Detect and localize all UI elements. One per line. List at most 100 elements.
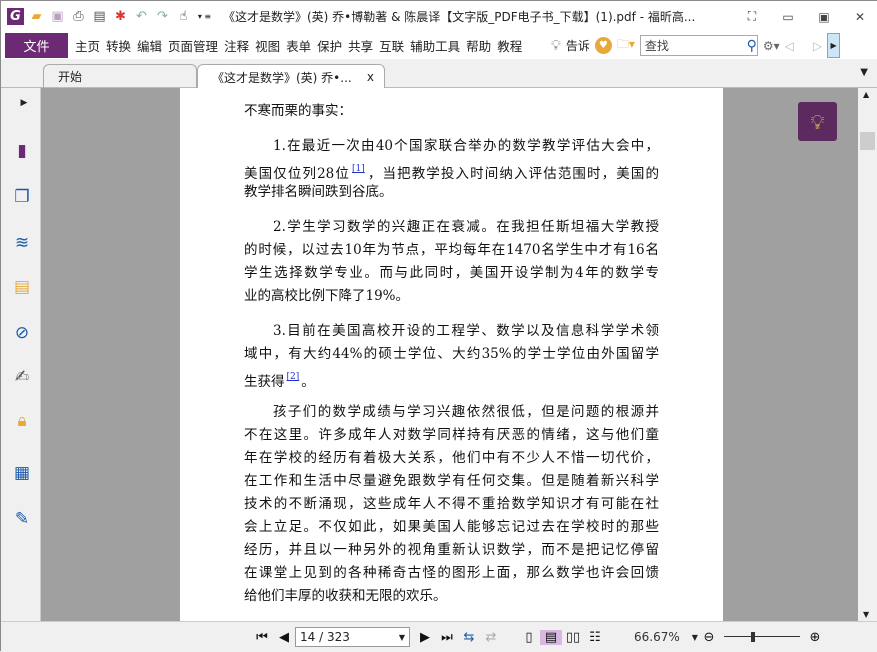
last-page-button[interactable]: ⏭ [436,630,458,645]
menu-item[interactable]: 互联 [376,36,407,55]
prev-page-button[interactable]: ◀ [273,630,295,645]
next-page-button[interactable]: ▶ [414,630,436,645]
scroll-thumb[interactable] [860,132,875,150]
settings-gear-icon[interactable]: ⚙▾ [763,39,780,53]
minimize-button[interactable]: ▭ [770,1,806,32]
prev-arrow-icon[interactable]: ◁ [785,39,794,53]
page-dropdown-icon[interactable]: ▼ [399,633,405,642]
text-line: 生获得 [2]。 [244,372,315,390]
menu-item[interactable]: 主页 [72,36,103,55]
left-sidebar: ▶ ▮ ❐ ≋ ▤ ⊘ ✍ 🔒︎ ▦ ✎ [1,88,41,621]
menu-item[interactable]: 帮助 [463,36,494,55]
text-line: 不在这里。许多成年人对数学同样持有厌恶的情绪，这与他们童 [244,427,659,443]
file-menu-button[interactable]: 文件 [5,33,68,58]
tab-list-dropdown-icon[interactable]: ▼ [860,67,868,78]
menu-item[interactable]: 共享 [345,36,376,55]
scroll-up-arrow[interactable]: ▲ [863,90,869,99]
tell-me-label[interactable]: 告诉 [566,37,590,54]
maximize-button[interactable]: ▣ [806,1,842,32]
close-tab-icon[interactable]: x [367,70,374,84]
comments-icon[interactable]: ▤ [11,276,33,298]
print-icon[interactable]: ⎙ [70,8,87,25]
vertical-scrollbar[interactable]: ▲ ▼ [858,88,877,621]
text-line: 2.学生学习数学的兴趣正在衰减。在我担任斯坦福大学教授 [273,219,659,235]
paragraph: 1.在最近一次由40个国家联合举办的数学教学评估大会中， 美国仅位列28位 [1]，… [244,135,659,204]
fullscreen-icon[interactable]: ⛶ [734,1,770,32]
text-line: 美国仅位列28位 [1] ，当把教学投入时间纳入评估范围时，美国的 [244,164,660,182]
expand-panel-icon[interactable]: ▶ [19,92,29,114]
page-text: 不寒而栗的事实： 1.在最近一次由40个国家联合举办的数学教学评估大会中， 美国仅位… [244,100,659,620]
layers-icon[interactable]: ≋ [11,232,33,254]
zoom-level[interactable]: 66.67% [634,630,680,644]
title-bar: G ▰ ▣ ⎙ ▤ ✱ ↶ ↷ ☝ ▾ ≡ 《这才是数学》(英) 乔•博勒著 &… [1,1,877,32]
menu-item[interactable]: 编辑 [134,36,165,55]
footnote-link[interactable]: [2] [285,372,302,382]
menu-item[interactable]: 辅助工具 [407,36,463,55]
menu-item[interactable]: 教程 [494,36,525,55]
first-page-button[interactable]: ⏮ [251,630,273,645]
text-line: 业的高校比例下降了19%。 [244,288,410,304]
document-viewer[interactable]: 不寒而栗的事实： 1.在最近一次由40个国家联合举办的数学教学评估大会中， 美国仅位… [41,88,858,621]
facing-view-icon[interactable]: ▯▯ [562,630,584,645]
text-line: 教学排名瞬间跌到谷底。 [244,184,393,200]
text-line: 会上立足。不仅如此，如果美国人能够忘记过去在学校时的那些 [244,519,659,535]
search-input[interactable]: 查找 ⚲ [639,35,758,56]
document-icon[interactable]: ▤ [91,8,108,25]
page-number-input[interactable]: 14 / 323 ▼ [295,627,410,647]
pages-icon[interactable]: ❐ [11,186,33,208]
customize-dropdown-icon[interactable]: ▾ ≡ [196,8,213,25]
window-title: 《这才是数学》(英) 乔•博勒著 & 陈晨译【文字版_PDF电子书_下载】(1)… [223,10,696,24]
paragraph: 不寒而栗的事实： [244,100,659,123]
text-line: 年在学校的经历有着极大关系，他们中有不少人不惜一切代价， [244,450,659,466]
continuous-view-icon[interactable]: ▤ [540,629,562,645]
redo-icon[interactable]: ↷ [154,8,171,25]
zoom-out-button[interactable]: ⊖ [698,630,720,645]
footnote-link[interactable]: [1] [350,164,367,174]
menu-item[interactable]: 视图 [252,36,283,55]
tab-start[interactable]: 开始 [43,64,197,88]
scroll-down-arrow[interactable]: ▼ [863,610,869,619]
zoom-in-button[interactable]: ⊕ [804,630,826,645]
previous-view-icon[interactable]: ⇆ [458,630,480,645]
open-folder-icon[interactable]: ▰ [28,8,45,25]
save-icon[interactable]: ▣ [49,8,66,25]
undo-icon[interactable]: ↶ [133,8,150,25]
paragraph: 孩子们的数学成绩与学习兴趣依然很低，但是问题的根源并 不在这里。许多成年人对数学同… [244,401,659,608]
text-line: 域中，有大约44%的硕士学位、大约35%的学士学位由外国留学 [244,346,659,362]
text-line: 经历，并且以一种另外的视角重新认识数学，而不是把记忆停留 [244,542,659,558]
lightbulb-tip-button[interactable]: 💡︎ [798,102,837,141]
single-page-view-icon[interactable]: ▯ [518,630,540,645]
close-button[interactable]: ✕ [842,1,877,32]
hand-tool-icon[interactable]: ☝ [175,8,192,25]
security-lock-icon[interactable]: 🔒︎ [11,410,33,432]
zoom-slider[interactable] [723,631,800,643]
text-line: 1.在最近一次由40个国家联合举办的数学教学评估大会中， [273,138,659,154]
form-fields-icon[interactable]: ▦ [11,462,33,484]
bookmark-icon[interactable]: ▮ [11,140,33,162]
new-document-icon[interactable]: ✱ [112,8,129,25]
lightbulb-icon[interactable]: 💡︎ [551,38,561,54]
digital-id-icon[interactable]: ✎ [11,508,33,530]
menu-item[interactable]: 页面管理 [165,36,221,55]
continuous-facing-view-icon[interactable]: ☷ [584,630,606,645]
next-arrow-icon[interactable]: ▷ [813,39,822,53]
attachment-icon[interactable]: ⊘ [11,322,33,344]
zoom-slider-knob[interactable] [750,632,755,642]
menu-item[interactable]: 保护 [314,36,345,55]
next-view-icon[interactable]: ⇄ [480,630,502,645]
text-line: 的时候，以过去10年为节点，平均每年在1470名学生中才有16名 [244,242,659,258]
tab-document[interactable]: 《这才是数学》(英) 乔•... x [197,64,385,89]
find-folder-icon[interactable]: 🗀▾ [617,35,635,56]
menu-bar: 文件 主页 转换 编辑 页面管理 注释 视图 表单 保护 共享 互联 辅助工具 帮助 教程 💡︎ 告诉 … [1,32,877,59]
text-line: 在工作和生活中尽量避免跟数学有任何交集。但是随着新兴科学 [244,473,659,489]
menu-item[interactable]: 转换 [103,36,134,55]
paragraph: 2.学生学习数学的兴趣正在衰减。在我担任斯坦福大学教授的时候，以过去10年为节点… [244,216,659,308]
ribbon-expand-button[interactable]: ▶ [827,33,841,58]
search-icon[interactable]: ⚲ [747,38,757,54]
heart-icon[interactable]: ♥ [594,37,612,54]
menu-item[interactable]: 表单 [283,36,314,55]
pdf-page: 不寒而栗的事实： 1.在最近一次由40个国家联合举办的数学教学评估大会中， 美国仅位… [180,88,723,621]
signature-icon[interactable]: ✍ [11,366,33,388]
text-line: 学生选择数学专业。而与此同时，美国开设学制为4年的数学专 [244,265,659,281]
menu-item[interactable]: 注释 [221,36,252,55]
